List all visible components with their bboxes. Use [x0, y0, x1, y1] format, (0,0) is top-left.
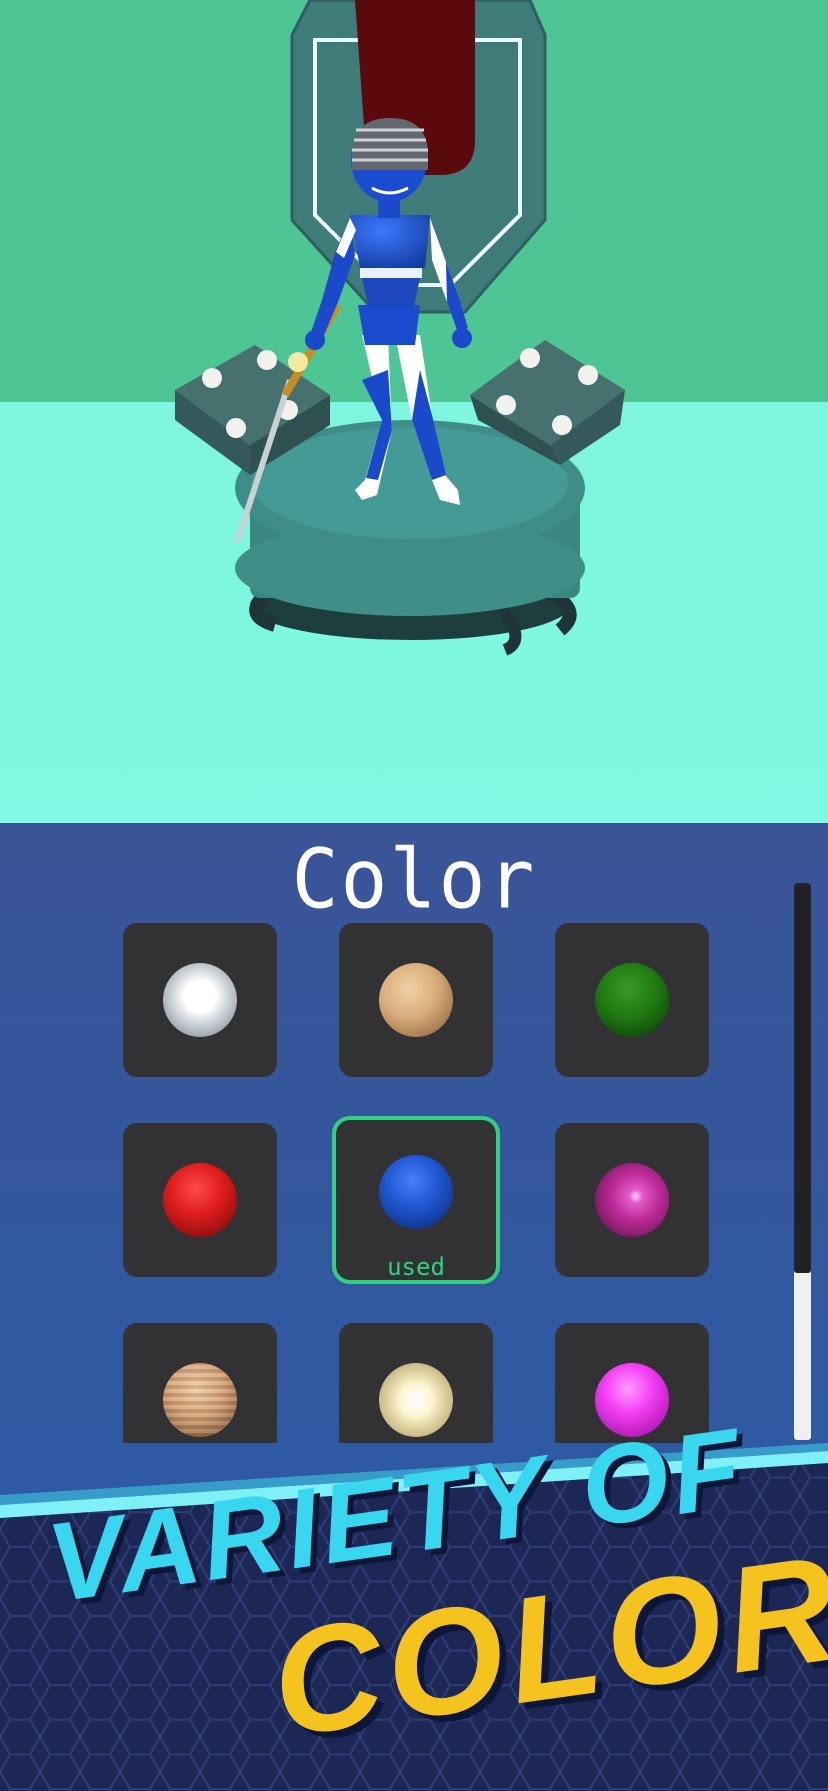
- scrollbar[interactable]: [794, 883, 811, 1440]
- color-swatch-white[interactable]: [123, 923, 277, 1077]
- color-swatch-red[interactable]: [123, 1123, 277, 1277]
- color-swatch-pixel-tan[interactable]: [123, 1323, 277, 1443]
- color-swatch-pearl[interactable]: [339, 1323, 493, 1443]
- green-sphere-icon: [595, 963, 669, 1037]
- pedestal: [235, 420, 585, 656]
- pearl-sphere-icon: [379, 1363, 453, 1437]
- color-selection-panel: Color used: [0, 823, 828, 1443]
- purple-sphere-icon: [595, 1163, 669, 1237]
- red-sphere-icon: [163, 1163, 237, 1237]
- color-swatch-dark-green[interactable]: [555, 923, 709, 1077]
- character-preview: [0, 0, 828, 823]
- white-sphere-icon: [163, 963, 237, 1037]
- tan-sphere-icon: [163, 1363, 237, 1437]
- panel-title: Color: [291, 832, 537, 928]
- blue-sphere-icon: [379, 1155, 453, 1229]
- color-swatch-purple[interactable]: [555, 1123, 709, 1277]
- used-label: used: [387, 1253, 445, 1281]
- wood-sphere-icon: [379, 963, 453, 1037]
- color-swatch-blue-selected[interactable]: used: [332, 1116, 500, 1284]
- color-swatch-wood[interactable]: [339, 923, 493, 1077]
- scrollbar-thumb[interactable]: [794, 883, 811, 1273]
- game-scene: [0, 0, 828, 823]
